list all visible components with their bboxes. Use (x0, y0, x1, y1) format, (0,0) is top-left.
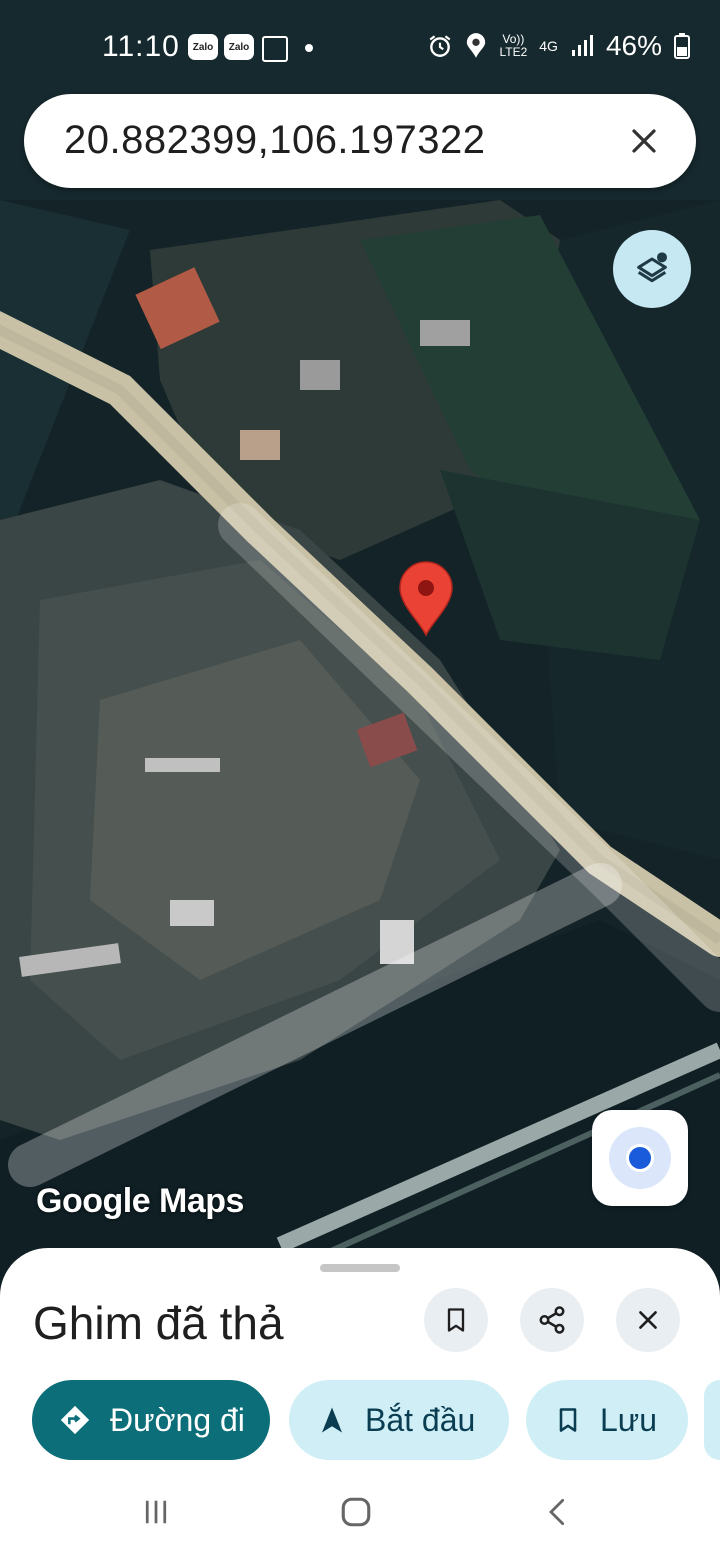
start-label: Bắt đầu (365, 1401, 476, 1438)
zalo-notification-icon: Zalo (188, 34, 218, 60)
status-bar: 11:10 Zalo Zalo Vo)) LTE2 4G 46% (0, 0, 720, 92)
directions-button[interactable]: Đường đi (32, 1380, 270, 1460)
alarm-icon (430, 35, 451, 57)
satellite-map[interactable] (0, 0, 720, 1290)
signal-icon (571, 35, 593, 56)
home-button[interactable] (326, 1492, 386, 1532)
more-notifications-dot-icon (305, 44, 313, 52)
bookmark-icon (554, 1405, 582, 1435)
search-bar[interactable]: 20.882399,106.197322 (24, 94, 696, 188)
recent-apps-icon (145, 1500, 167, 1524)
volte-indicator: Vo)) LTE2 (499, 32, 528, 59)
network-type: 4G (539, 38, 558, 54)
close-sheet-button[interactable] (616, 1288, 680, 1352)
directions-label: Đường đi (110, 1401, 245, 1438)
clear-search-button[interactable] (614, 111, 674, 171)
my-location-button[interactable] (592, 1110, 688, 1206)
back-button[interactable] (528, 1492, 588, 1532)
back-icon (549, 1498, 565, 1526)
location-icon (467, 33, 486, 58)
close-icon (639, 1311, 657, 1329)
share-icon (539, 1306, 565, 1334)
save-label: Lưu (600, 1401, 658, 1438)
share-button[interactable] (520, 1288, 584, 1352)
clock: 11:10 (102, 30, 180, 63)
close-icon (632, 129, 656, 153)
drag-handle[interactable] (320, 1264, 400, 1272)
place-title: Ghim đã thả (33, 1297, 284, 1349)
navigation-arrow-icon (317, 1405, 347, 1435)
more-actions-chip[interactable] (704, 1380, 720, 1460)
directions-icon (58, 1403, 92, 1437)
save-button[interactable]: Lưu (526, 1380, 688, 1460)
my-location-icon (626, 1144, 654, 1172)
layers-icon (637, 252, 667, 283)
layers-button[interactable] (613, 230, 691, 308)
start-button[interactable]: Bắt đầu (289, 1380, 509, 1460)
google-maps-watermark: Google Maps (36, 1182, 244, 1220)
system-nav-bar (0, 1470, 720, 1560)
battery-icon (674, 33, 690, 59)
battery-percent: 46% (605, 30, 662, 61)
save-icon-button[interactable] (424, 1288, 488, 1352)
recent-apps-button[interactable] (126, 1492, 186, 1532)
bookmark-icon (447, 1308, 465, 1332)
zalo-notification-icon: Zalo (224, 34, 254, 60)
home-icon (341, 1497, 371, 1527)
gallery-notification-icon (262, 36, 288, 62)
search-input[interactable]: 20.882399,106.197322 (64, 118, 486, 163)
